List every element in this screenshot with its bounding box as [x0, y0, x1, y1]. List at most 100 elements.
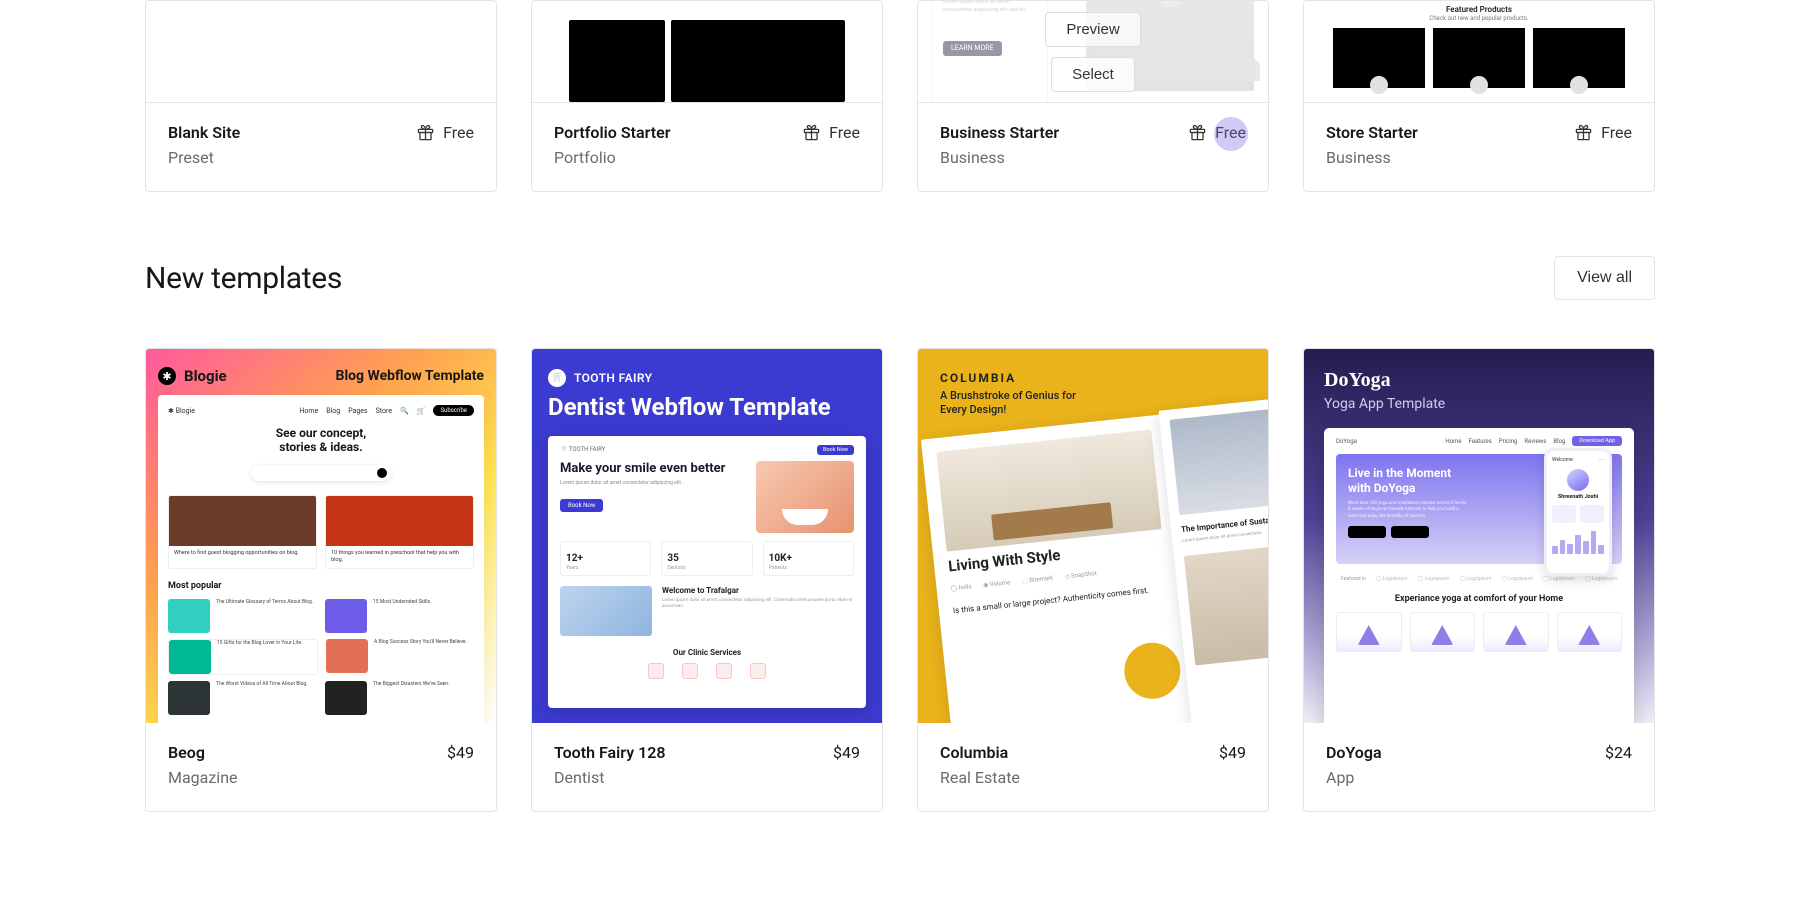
brand-name: Blogie: [184, 367, 227, 385]
list-item: 15 Gifts for the Blog Lover in Your Life…: [217, 640, 317, 674]
card-footer: Columbia Real Estate $49: [918, 723, 1268, 811]
card-footer: Beog Magazine $49: [146, 723, 496, 811]
nav-item: Blog: [1553, 438, 1565, 445]
template-price: Free: [443, 123, 474, 142]
brand-logo: Bitemark: [1029, 574, 1054, 583]
phone-greeting: Welcome: [1552, 457, 1573, 463]
hero-title: Make your smile even better: [560, 461, 746, 477]
template-title: Portfolio Starter: [554, 123, 670, 142]
featured-item: Logoipsum: [1592, 576, 1617, 582]
template-title: Columbia: [940, 743, 1020, 762]
template-card-portfolio-starter[interactable]: Portfolio Starter Portfolio Free: [531, 0, 883, 192]
playstore-badge: [1391, 526, 1429, 538]
list-item: The Ultimate Glossary of Terms About Blo…: [216, 599, 317, 633]
template-category: Preset: [168, 148, 240, 167]
select-button[interactable]: Select: [1051, 57, 1135, 92]
stat-value: 10K+: [769, 553, 792, 564]
template-price: Free: [1601, 123, 1632, 142]
template-price: $49: [1219, 743, 1246, 762]
template-title: Store Starter: [1326, 123, 1418, 142]
template-card-business-starter[interactable]: Who we are Lorem ipsum dolor sit amet co…: [917, 0, 1269, 192]
stat-label: Years: [566, 565, 645, 571]
nav-item: Features: [1469, 438, 1492, 445]
stat-label: Dentists: [667, 565, 746, 571]
template-category: Business: [1326, 148, 1418, 167]
section-title: Experiance yoga at comfort of your Home: [1336, 594, 1622, 604]
template-category: Portfolio: [554, 148, 670, 167]
template-thumbnail: Featured Products Check out new and popu…: [1304, 1, 1654, 102]
template-card-blank-site[interactable]: Blank Site Preset Free: [145, 0, 497, 192]
gift-icon: [802, 123, 821, 142]
brand-headline: Dentist Webflow Template: [548, 393, 866, 422]
new-templates-row: ✱ Blogie Blog Webflow Template ✱ Blogie …: [145, 348, 1655, 812]
template-price: Free: [1215, 123, 1246, 142]
brand-name: DoYoga: [1324, 369, 1634, 392]
hero-sub: Lorem ipsum dolor sit amet consectetur a…: [560, 480, 746, 486]
nav-cta: Download App: [1572, 436, 1622, 446]
nav-item: Reviews: [1524, 438, 1546, 445]
template-category: Magazine: [168, 768, 238, 787]
brand-tagline: Blog Webflow Template: [336, 368, 484, 384]
thumb-inner-sub: Check out new and popular products.: [1304, 15, 1654, 28]
template-card-doyoga[interactable]: DoYoga Yoga App Template DoYoga Home Fea…: [1303, 348, 1655, 812]
hero-title: Live in the Moment with DoYoga: [1348, 466, 1468, 496]
template-card-store-starter[interactable]: Featured Products Check out new and popu…: [1303, 0, 1655, 192]
hero-line: See our concept,: [276, 426, 366, 440]
brand-icon: ✱: [158, 367, 176, 385]
section-body: Lorem ipsum dolor sit amet, consectetur …: [662, 598, 854, 611]
nav-item: Pricing: [1499, 438, 1518, 445]
card-text: Where to find guest blogging opportuniti…: [169, 546, 316, 561]
featured-item: Logoipsum: [1466, 576, 1491, 582]
nav-cta: Book Now: [817, 445, 854, 455]
card-footer: Business Starter Business Free: [918, 102, 1268, 191]
nav-cta: Subscribe: [433, 405, 474, 416]
template-category: Real Estate: [940, 768, 1020, 787]
template-card-tooth-fairy[interactable]: 🦷 TOOTH FAIRY Dentist Webflow Template 🦷…: [531, 348, 883, 812]
template-thumbnail: [146, 1, 496, 102]
featured-item: Logoipsum: [1425, 576, 1450, 582]
featured-item: Logoipsum: [1508, 576, 1533, 582]
template-title: DoYoga: [1326, 743, 1382, 762]
brand-logo: Volume: [990, 579, 1011, 588]
search-bar: [251, 465, 391, 481]
section-title: New templates: [145, 261, 342, 296]
hero-line: stories & ideas.: [279, 440, 362, 454]
nav-item: Home: [1445, 438, 1461, 445]
thumbnail-block: [671, 20, 845, 102]
brand-logo: SnapShot: [1071, 570, 1097, 580]
view-all-button[interactable]: View all: [1554, 256, 1655, 300]
thumbnail-block: [569, 20, 665, 102]
phone-mockup: Welcome⋯ Shreenath Joshi: [1544, 448, 1612, 576]
brand-name: COLUMBIA: [940, 371, 1268, 385]
nav-item: Store: [376, 407, 392, 415]
template-price: $24: [1605, 743, 1632, 762]
hero-image: [756, 461, 854, 533]
list-item: 15 Most Underrated Skills.: [373, 599, 474, 633]
accent-circle: [1122, 640, 1184, 702]
nav-item: Home: [299, 407, 318, 415]
template-title: Tooth Fairy 128: [554, 743, 666, 762]
card-footer: Portfolio Starter Portfolio Free: [532, 102, 882, 191]
stat-value: 35: [667, 553, 678, 564]
nav-brand: Blogie: [176, 407, 195, 415]
template-price: $49: [833, 743, 860, 762]
thumb-inner-button: LEARN MORE: [943, 41, 1002, 57]
nav-item: Pages: [348, 407, 367, 415]
template-price: $49: [447, 743, 474, 762]
card-footer: Blank Site Preset Free: [146, 102, 496, 191]
brand-icon: 🦷: [548, 369, 566, 387]
template-card-columbia[interactable]: COLUMBIA A Brushstroke of Genius for Eve…: [917, 348, 1269, 812]
card-footer: DoYoga App $24: [1304, 723, 1654, 811]
brand-logo: hulls: [958, 583, 971, 591]
preview-button[interactable]: Preview: [1045, 12, 1140, 47]
services-title: Our Clinic Services: [560, 648, 854, 657]
template-thumbnail: COLUMBIA A Brushstroke of Genius for Eve…: [918, 349, 1268, 723]
section-label: Most popular: [168, 581, 474, 591]
hero-body: More than 100 yoga and meditation classe…: [1348, 501, 1468, 520]
template-thumbnail: ✱ Blogie Blog Webflow Template ✱ Blogie …: [146, 349, 496, 723]
section-image: [560, 586, 652, 636]
template-card-beog[interactable]: ✱ Blogie Blog Webflow Template ✱ Blogie …: [145, 348, 497, 812]
featured-item: Logoipsum: [1550, 576, 1575, 582]
section-header: New templates View all: [145, 256, 1655, 300]
hero-cta: Book Now: [560, 499, 603, 512]
